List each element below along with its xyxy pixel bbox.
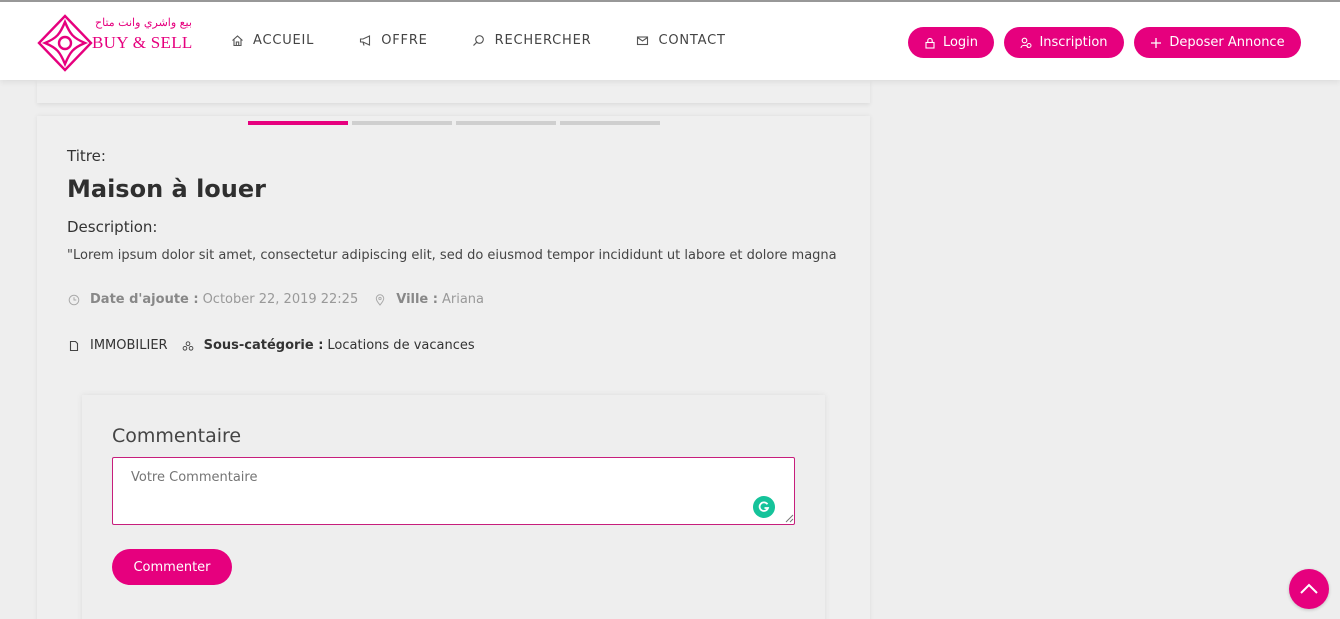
nav-offre[interactable]: OFFRE (358, 33, 427, 48)
nav-accueil[interactable]: ACCUEIL (230, 33, 314, 48)
category-value[interactable]: IMMOBILIER (90, 338, 168, 353)
comment-input[interactable] (112, 457, 795, 525)
subcategory-icon (182, 340, 194, 352)
add-user-icon (1020, 37, 1032, 49)
clock-icon (68, 294, 80, 306)
megaphone-icon (358, 34, 372, 48)
login-button-label: Login (942, 35, 979, 50)
home-icon (230, 34, 244, 48)
back-to-top-button[interactable] (1289, 569, 1329, 609)
comment-submit-button[interactable]: Commenter (112, 549, 232, 585)
listing-card: Titre: Maison à louer Description: "Lore… (37, 116, 870, 619)
main-nav: ACCUEIL OFFRE RECHERCHER CONTACT (230, 33, 770, 48)
carousel-indicators (248, 121, 664, 125)
subcategory-label: Sous-catégorie : (203, 338, 324, 353)
site-logo[interactable]: بيع واشري وانت متاح BUY & SELL (37, 14, 197, 72)
listing-meta: Date d'ajoute : October 22, 2019 22:25 V… (68, 292, 484, 307)
carousel-indicator[interactable] (352, 121, 452, 125)
listing-title: Maison à louer (67, 175, 266, 203)
deposer-annonce-button[interactable]: Deposer Annonce (1134, 27, 1301, 58)
nav-rechercher-label: RECHERCHER (494, 33, 592, 48)
chevron-up-icon (1300, 583, 1318, 594)
document-icon (68, 340, 80, 352)
nav-offre-label: OFFRE (381, 33, 428, 48)
carousel-indicator[interactable] (456, 121, 556, 125)
site-header: بيع واشري وانت متاح BUY & SELL ACCUEIL O… (0, 2, 1340, 80)
date-label: Date d'ajoute : (90, 292, 199, 307)
logo-brand-text: BUY & SELL (92, 33, 193, 52)
image-card-bottom (37, 80, 870, 103)
inscription-button[interactable]: Inscription (1004, 27, 1124, 58)
mail-icon (635, 34, 649, 48)
inscription-button-label: Inscription (1039, 35, 1108, 50)
nav-contact-label: CONTACT (658, 33, 726, 48)
city-label: Ville : (396, 292, 438, 307)
carousel-indicator[interactable] (560, 121, 660, 125)
listing-categories: IMMOBILIER Sous-catégorie : Locations de… (68, 338, 475, 353)
logo-arabic-text: بيع واشري وانت متاح (95, 16, 192, 29)
subcategory-value[interactable]: Locations de vacances (327, 338, 474, 353)
lock-icon (924, 37, 936, 49)
resize-grip-icon[interactable] (785, 514, 794, 523)
nav-rechercher[interactable]: RECHERCHER (472, 33, 592, 48)
comment-section: Commentaire Commenter (82, 395, 825, 619)
plus-icon (1150, 37, 1162, 49)
nav-accueil-label: ACCUEIL (253, 33, 315, 48)
nav-contact[interactable]: CONTACT (635, 33, 725, 48)
description-label: Description: (67, 218, 158, 236)
comment-heading: Commentaire (112, 425, 242, 447)
diamond-logo-icon (37, 14, 93, 72)
login-button[interactable]: Login (908, 27, 994, 58)
listing-description: "Lorem ipsum dolor sit amet, consectetur… (67, 248, 837, 263)
title-label: Titre: (67, 147, 106, 165)
carousel-indicator[interactable] (248, 121, 348, 125)
grammarly-icon[interactable] (753, 496, 775, 518)
location-pin-icon (374, 293, 386, 306)
search-icon (472, 34, 486, 48)
deposer-annonce-button-label: Deposer Annonce (1169, 35, 1285, 50)
date-value: October 22, 2019 22:25 (202, 292, 359, 307)
city-value: Ariana (441, 292, 485, 307)
